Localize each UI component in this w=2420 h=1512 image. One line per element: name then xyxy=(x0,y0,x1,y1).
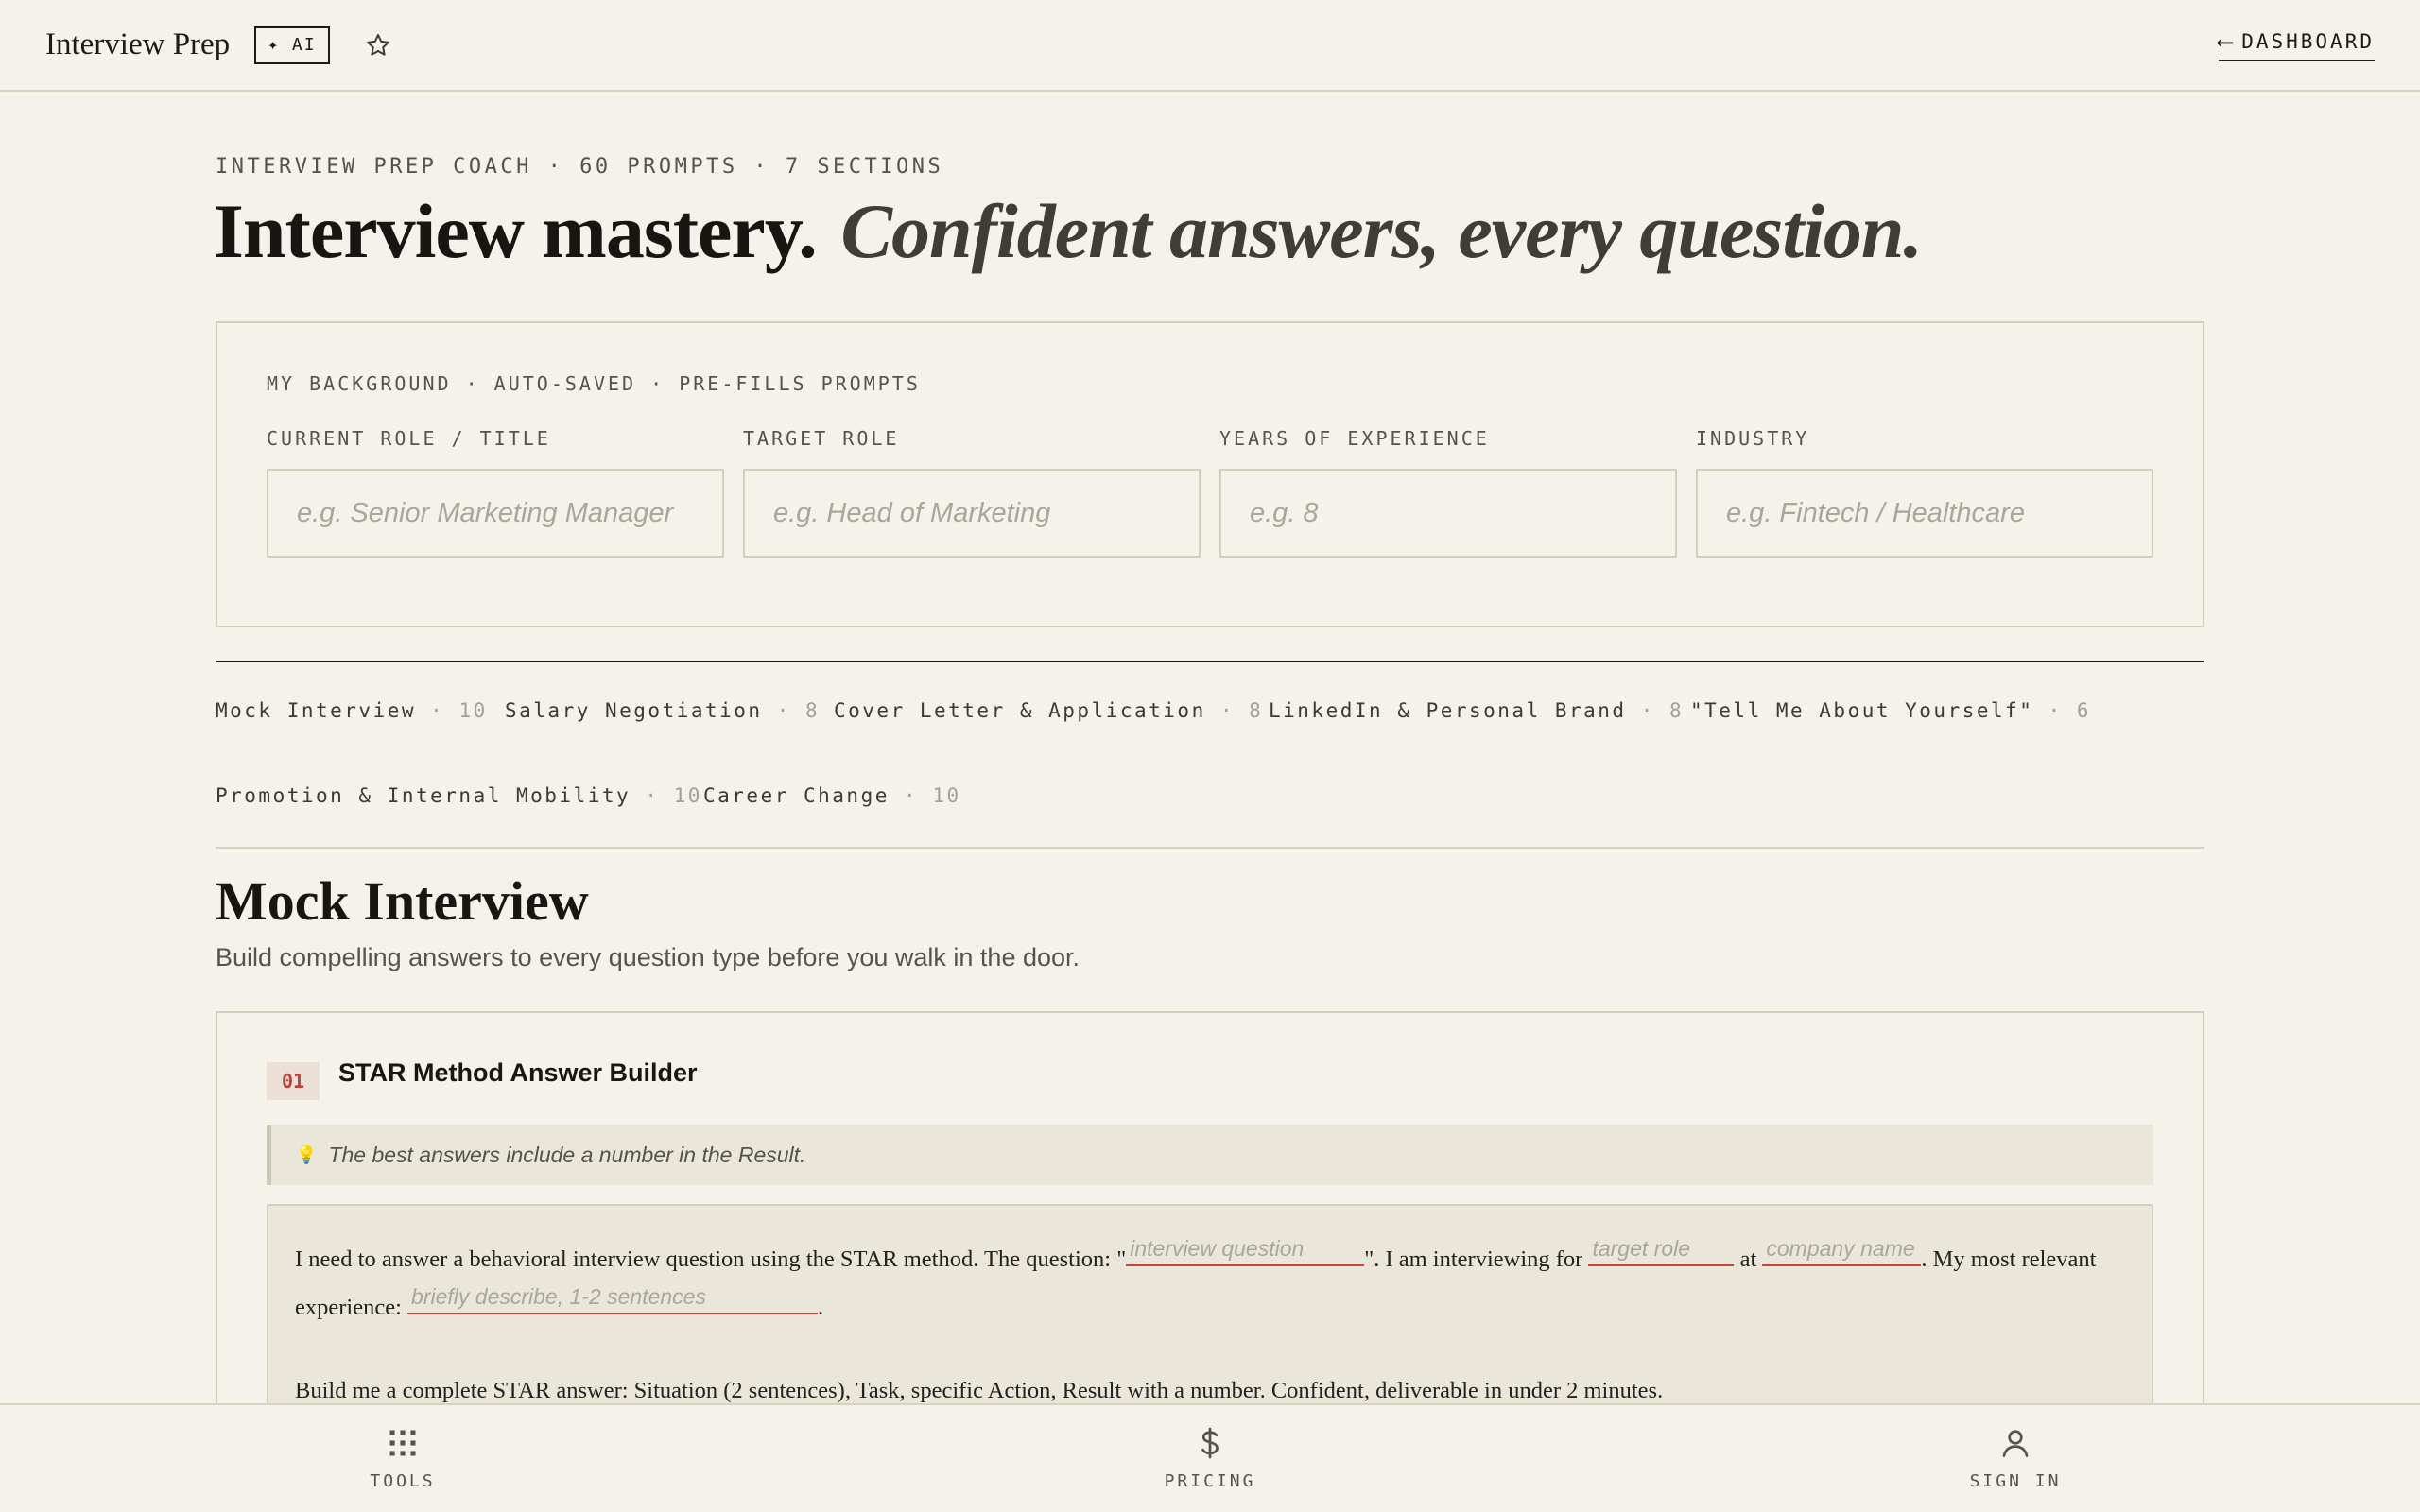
prompt-tip: 💡 The best answers include a number in t… xyxy=(267,1125,2153,1185)
page-eyebrow: INTERVIEW PREP COACH · 60 PROMPTS · 7 SE… xyxy=(216,155,944,179)
tab-count: · 8 xyxy=(776,699,821,722)
tab-label: Promotion & Internal Mobility xyxy=(216,784,631,807)
prompt-text: I need to answer a behavioral interview … xyxy=(295,1246,1127,1272)
tab-label: Cover Letter & Application xyxy=(834,699,1206,722)
industry-input[interactable] xyxy=(1696,469,2153,558)
tab-count: · 8 xyxy=(1640,699,1685,722)
tab-cover-letter[interactable]: Cover Letter & Application · 8 xyxy=(834,699,1263,722)
current-role-input[interactable] xyxy=(267,469,724,558)
nav-tools[interactable]: TOOLS xyxy=(308,1426,497,1491)
tab-tell-me-about-yourself[interactable]: "Tell Me About Yourself" · 6 xyxy=(1690,699,2091,722)
tab-label: Career Change xyxy=(703,784,890,807)
tab-count: · 10 xyxy=(904,784,961,807)
tab-label: Salary Negotiation xyxy=(505,699,763,722)
section-divider xyxy=(216,847,2204,849)
nav-tools-label: TOOLS xyxy=(370,1471,436,1491)
dashboard-link[interactable]: ⟵ DASHBOARD xyxy=(2218,28,2375,61)
tab-label: "Tell Me About Yourself" xyxy=(1690,699,2034,722)
interview-question-blank[interactable]: interview question xyxy=(1126,1232,1365,1266)
nav-sign-in-label: SIGN IN xyxy=(1969,1471,2062,1491)
ai-badge: ✦ AI xyxy=(254,26,330,64)
tab-count: · 6 xyxy=(2048,699,2092,722)
tab-label: Mock Interview xyxy=(216,699,417,722)
tab-promotion[interactable]: Promotion & Internal Mobility · 10 xyxy=(216,784,702,807)
prompt-paragraph: I need to answer a behavioral interview … xyxy=(295,1232,2125,1329)
user-icon xyxy=(2002,1430,2029,1457)
prompt-text: . xyxy=(818,1295,824,1320)
arrow-left-icon: ⟵ xyxy=(2218,28,2233,55)
field-label: TARGET ROLE xyxy=(743,427,900,450)
background-card-label: MY BACKGROUND · AUTO-SAVED · PRE-FILLS P… xyxy=(267,372,921,395)
industry-field: INDUSTRY xyxy=(1696,427,2153,558)
section-description: Build compelling answers to every questi… xyxy=(216,943,1080,971)
tab-label: LinkedIn & Personal Brand xyxy=(1269,699,1627,722)
target-role-field: TARGET ROLE xyxy=(743,427,1201,558)
experience-blank[interactable]: briefly describe, 1-2 sentences xyxy=(407,1280,819,1314)
field-label: INDUSTRY xyxy=(1696,427,1810,450)
page-title: Interview mastery. Confident answers, ev… xyxy=(214,184,1923,279)
years-experience-input[interactable] xyxy=(1219,469,1677,558)
nav-sign-in[interactable]: SIGN IN xyxy=(1921,1426,2110,1491)
headline-main: Interview mastery. xyxy=(214,188,818,274)
background-card: MY BACKGROUND · AUTO-SAVED · PRE-FILLS P… xyxy=(216,321,2204,627)
nav-pricing[interactable]: PRICING xyxy=(1115,1426,1305,1491)
current-role-field: CURRENT ROLE / TITLE xyxy=(267,427,724,558)
top-bar: Interview Prep ✦ AI ⟵ DASHBOARD xyxy=(0,0,2420,92)
prompt-text: ". I am interviewing for xyxy=(1364,1246,1583,1272)
section-title: Mock Interview xyxy=(216,870,589,932)
app-title[interactable]: Interview Prep xyxy=(45,27,230,62)
headline-italic: Confident answers, every question. xyxy=(840,188,1923,274)
tab-count: · 10 xyxy=(645,784,702,807)
target-role-input[interactable] xyxy=(743,469,1201,558)
tab-mock-interview[interactable]: Mock Interview · 10 xyxy=(216,699,488,722)
tip-text: The best answers include a number in the… xyxy=(328,1142,806,1167)
tab-salary-negotiation[interactable]: Salary Negotiation · 8 xyxy=(505,699,820,722)
nav-pricing-label: PRICING xyxy=(1164,1471,1256,1491)
years-experience-field: YEARS OF EXPERIENCE xyxy=(1219,427,1677,558)
tab-count: · 10 xyxy=(430,699,488,722)
target-role-blank[interactable]: target role xyxy=(1588,1232,1735,1266)
company-name-blank[interactable]: company name xyxy=(1762,1232,1922,1266)
dollar-icon xyxy=(1201,1427,1219,1459)
tab-count: · 8 xyxy=(1219,699,1264,722)
field-label: YEARS OF EXPERIENCE xyxy=(1219,427,1490,450)
tabs-divider xyxy=(216,661,2204,662)
prompt-title: STAR Method Answer Builder xyxy=(338,1058,698,1087)
grid-icon xyxy=(389,1430,416,1456)
star-icon[interactable] xyxy=(364,31,392,60)
bottom-nav: TOOLS PRICING SIGN IN xyxy=(0,1403,2420,1512)
dashboard-label: DASHBOARD xyxy=(2241,30,2375,53)
lightbulb-icon: 💡 xyxy=(296,1144,318,1164)
field-label: CURRENT ROLE / TITLE xyxy=(267,427,551,450)
prompt-text: at xyxy=(1739,1246,1757,1272)
tab-linkedin[interactable]: LinkedIn & Personal Brand · 8 xyxy=(1269,699,1684,722)
prompt-number-badge: 01 xyxy=(267,1062,320,1100)
tab-career-change[interactable]: Career Change · 10 xyxy=(703,784,961,807)
